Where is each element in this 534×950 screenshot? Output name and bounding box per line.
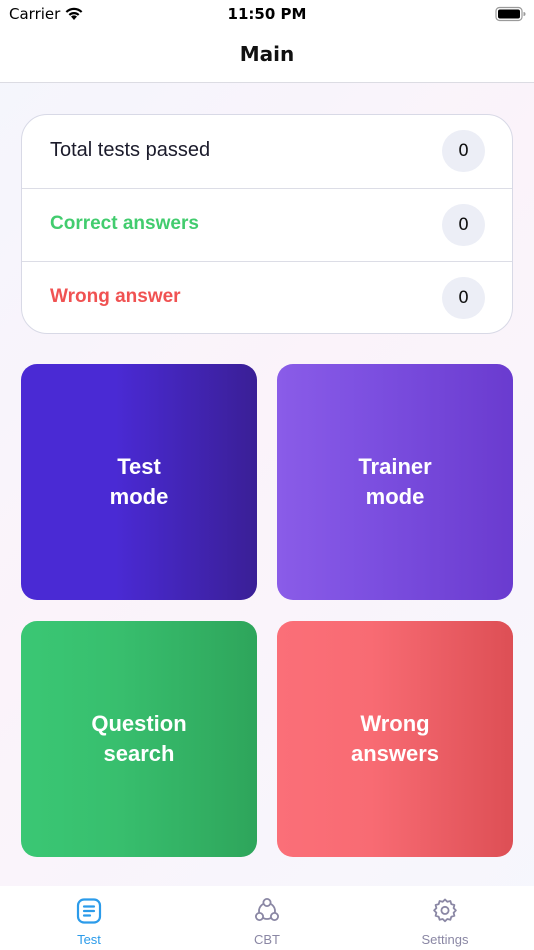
stat-count-badge-wrong-answer: 0 (442, 277, 485, 319)
share-nodes-icon (255, 898, 279, 921)
test-mode-button[interactable]: Test mode (21, 364, 257, 600)
tab-test[interactable]: Test (0, 886, 178, 950)
tab-settings[interactable]: Settings (356, 886, 534, 950)
stat-label-total-tests: Total tests passed (50, 139, 211, 161)
page-title: Main (239, 42, 295, 66)
status-bar: Carrier 11:50 PM (0, 0, 534, 30)
stat-row-correct-answers: Correct answers 0 (22, 188, 512, 261)
status-time: 11:50 PM (227, 5, 307, 23)
tab-test-label: Test (77, 932, 101, 947)
question-search-button[interactable]: Question search (21, 621, 257, 857)
tab-bar: Test CBT Settings (0, 886, 534, 950)
stat-label-correct-answers: Correct answers (50, 213, 199, 234)
stat-label-wrong-answer: Wrong answer (50, 286, 181, 307)
stat-count-badge-correct-answers: 0 (442, 204, 485, 246)
battery-icon (495, 6, 526, 22)
stat-row-total-tests: Total tests passed 0 (22, 115, 512, 188)
stats-card: Total tests passed 0 Correct answers 0 W… (21, 114, 513, 334)
navigation-bar: Main (0, 30, 534, 83)
stat-row-wrong-answer: Wrong answer 0 (22, 261, 512, 333)
tab-cbt-label: CBT (254, 932, 280, 947)
trainer-mode-label: Trainer mode (358, 454, 432, 509)
wrong-answers-label: Wrong answers (350, 711, 440, 766)
tab-cbt[interactable]: CBT (178, 886, 356, 950)
stat-count-badge-total-tests: 0 (442, 130, 485, 172)
gear-icon (433, 898, 457, 923)
tab-settings-label: Settings (421, 932, 469, 947)
test-mode-label: Test mode (109, 454, 169, 509)
wrong-answers-button[interactable]: Wrong answers (277, 621, 513, 857)
document-list-icon (76, 898, 102, 924)
trainer-mode-button[interactable]: Trainer mode (277, 364, 513, 600)
question-search-label: Question search (91, 711, 187, 766)
